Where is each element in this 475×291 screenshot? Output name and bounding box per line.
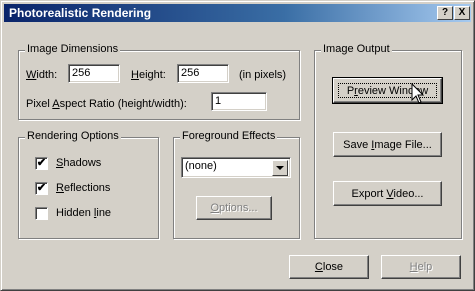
- save-image-file-button[interactable]: Save Image File...: [333, 132, 442, 157]
- foreground-effects-group: Foreground Effects: [173, 130, 300, 239]
- shadows-label[interactable]: Shadows: [56, 157, 101, 169]
- save-image-file-label: Save Image File...: [343, 138, 432, 151]
- options-button[interactable]: Options...: [196, 196, 272, 220]
- shadows-checkbox[interactable]: ✔: [35, 157, 48, 170]
- height-input[interactable]: 256: [177, 64, 229, 83]
- help-button-label: Help: [409, 261, 433, 273]
- preview-window-button[interactable]: Preview Window: [332, 77, 443, 104]
- export-video-label: Export Video...: [351, 187, 424, 200]
- rendering-options-legend: Rendering Options: [25, 130, 121, 142]
- close-button-label: Close: [314, 261, 344, 273]
- close-icon[interactable]: X: [454, 6, 470, 20]
- image-dimensions-legend: Image Dimensions: [25, 43, 121, 55]
- help-icon[interactable]: ?: [437, 6, 453, 20]
- export-video-button[interactable]: Export Video...: [333, 181, 442, 206]
- foreground-effects-legend: Foreground Effects: [180, 130, 278, 142]
- aspect-ratio-label: Pixel Aspect Ratio (height/width):: [26, 98, 187, 110]
- help-button[interactable]: Help: [381, 255, 461, 279]
- photorealistic-rendering-dialog: Photorealistic Rendering ? X Image Dimen…: [0, 0, 475, 291]
- title-bar[interactable]: Photorealistic Rendering ? X: [4, 4, 471, 22]
- reflections-label[interactable]: Reflections: [56, 182, 110, 194]
- window-title: Photorealistic Rendering: [9, 6, 152, 20]
- foreground-effects-select[interactable]: (none): [181, 157, 291, 178]
- mouse-pointer-icon: [411, 83, 425, 104]
- image-output-legend: Image Output: [321, 43, 392, 55]
- aspect-ratio-input[interactable]: 1: [211, 92, 267, 111]
- close-button[interactable]: Close: [289, 255, 369, 279]
- reflections-checkbox[interactable]: ✔: [35, 182, 48, 195]
- options-button-label: Options...: [210, 202, 258, 214]
- hidden-line-label[interactable]: Hidden line: [56, 207, 111, 219]
- width-input[interactable]: 256: [68, 64, 120, 83]
- width-label: Width:: [26, 69, 58, 81]
- height-label: Height:: [131, 69, 166, 81]
- chevron-down-icon[interactable]: [272, 160, 288, 176]
- units-label: (in pixels): [239, 69, 287, 81]
- hidden-line-checkbox[interactable]: [35, 207, 48, 220]
- foreground-effects-value: (none): [185, 160, 217, 172]
